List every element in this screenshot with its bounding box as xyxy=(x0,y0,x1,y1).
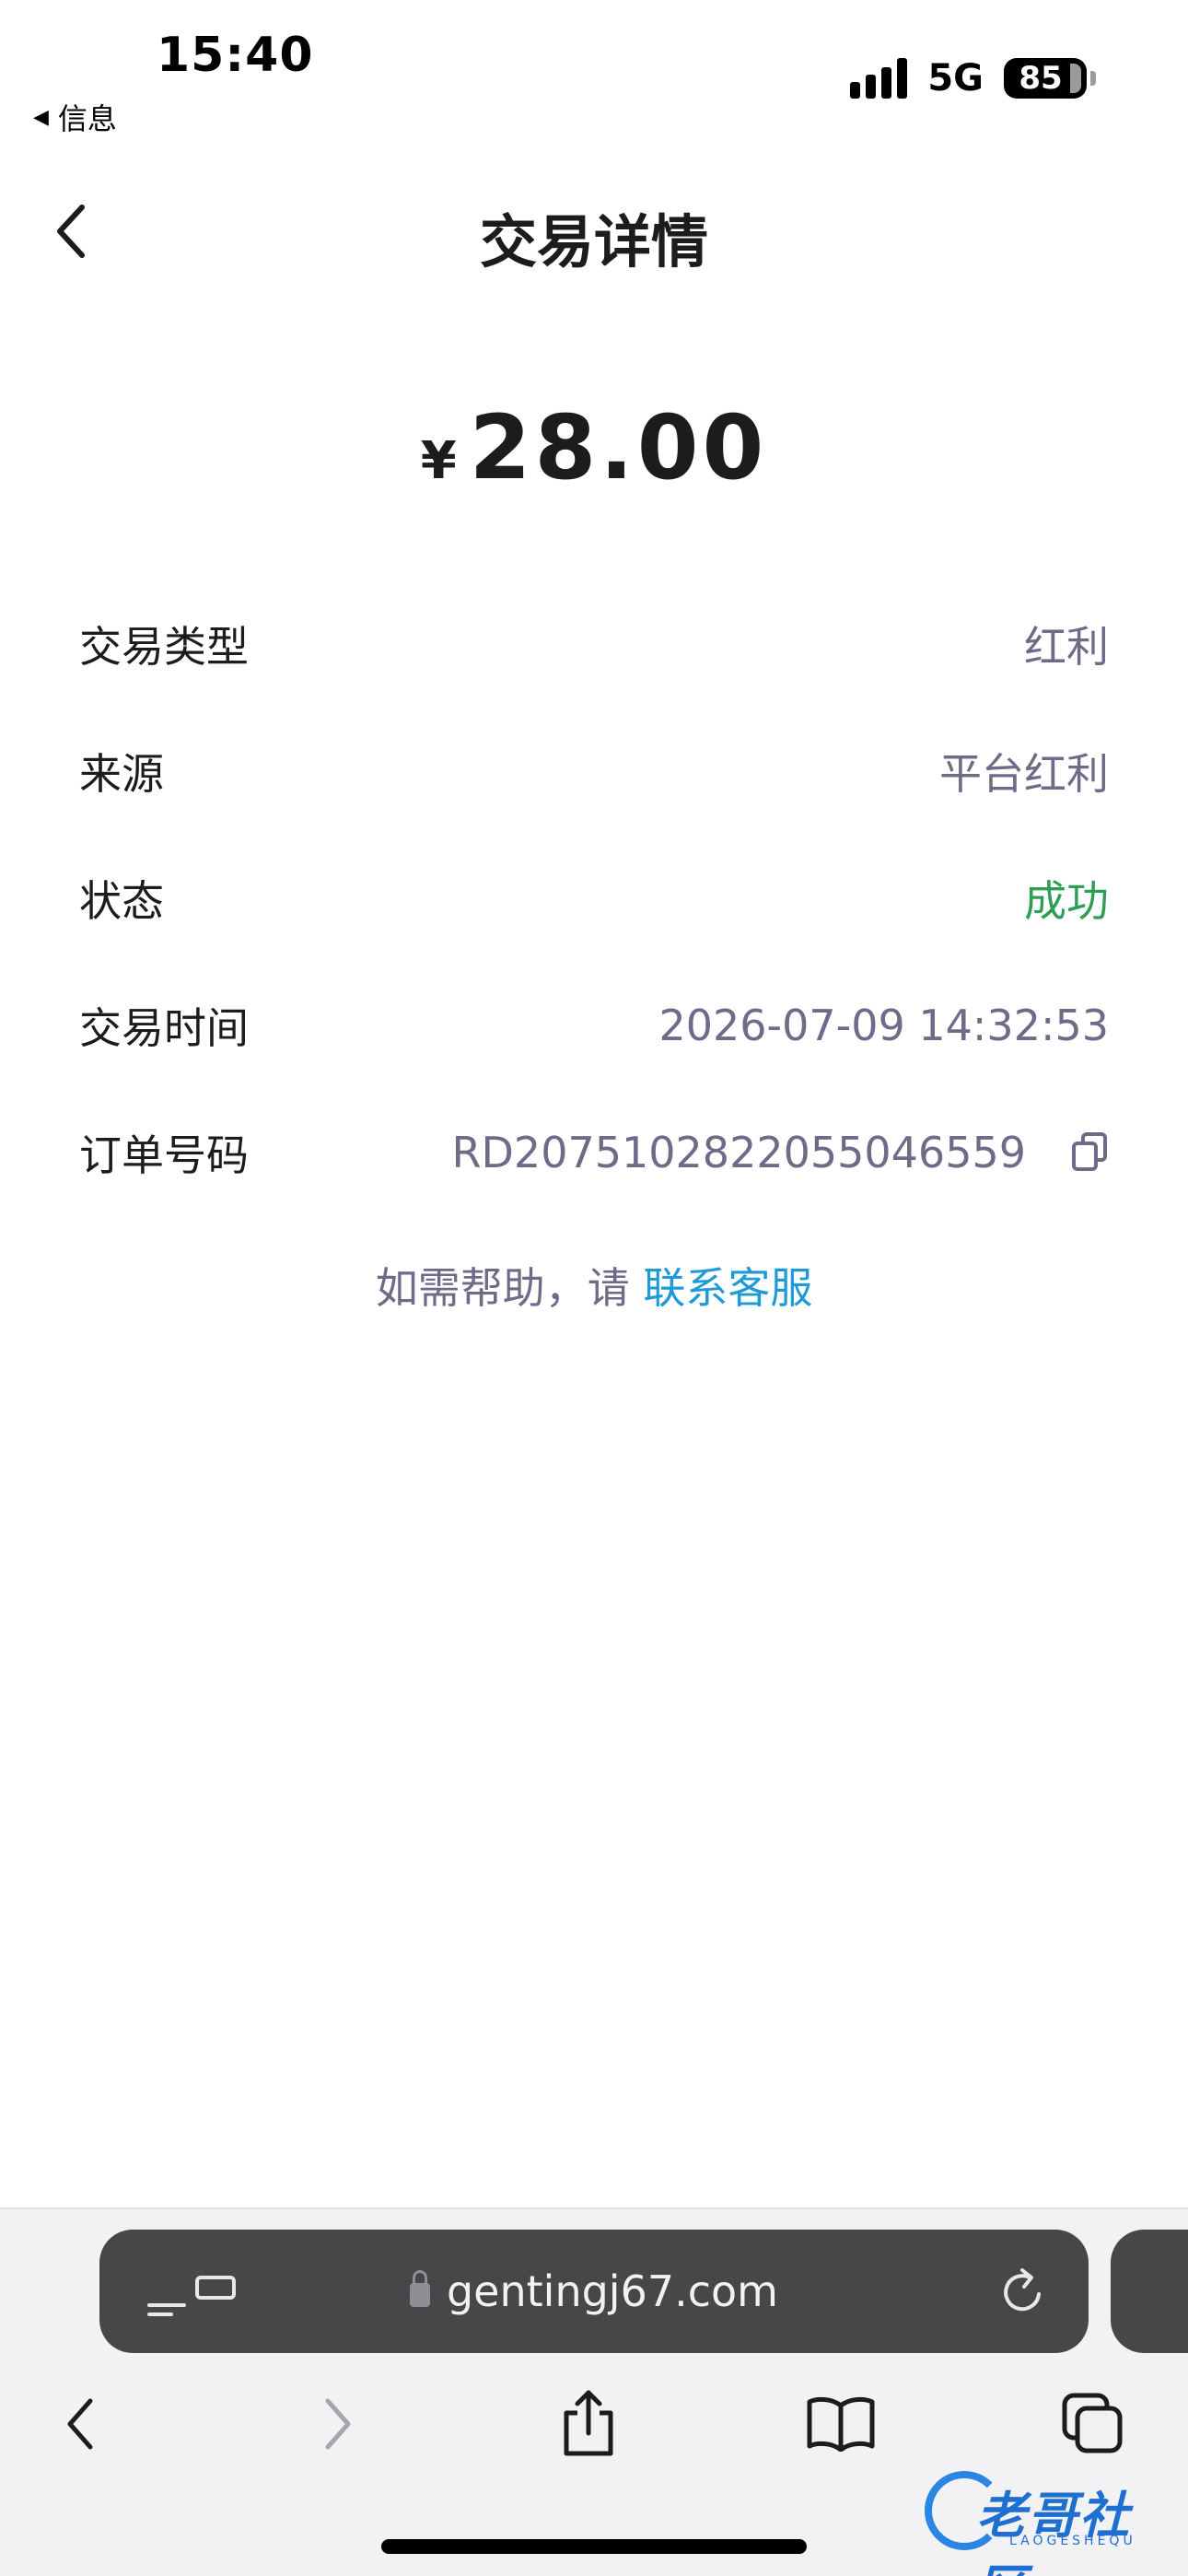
home-indicator[interactable] xyxy=(381,2539,807,2554)
chevron-right-icon xyxy=(325,2398,351,2450)
detail-label: 订单号码 xyxy=(79,1130,249,1180)
copy-icon[interactable] xyxy=(1072,1132,1109,1173)
detail-row-source: 来源 平台红利 xyxy=(79,708,1109,835)
page-title: 交易详情 xyxy=(479,208,708,275)
reload-icon[interactable] xyxy=(998,2265,1048,2318)
lock-icon xyxy=(409,2270,430,2307)
url-text: gentingj67.com xyxy=(446,2266,778,2316)
watermark-logo: 老哥社区 LAOGESHEQU xyxy=(921,2469,1179,2576)
book-icon xyxy=(807,2396,875,2452)
network-type: 5G xyxy=(927,57,984,100)
battery-percent: 85 xyxy=(1019,60,1063,97)
chevron-left-icon xyxy=(67,2398,93,2450)
watermark-text: 老哥社区 xyxy=(976,2487,1131,2576)
help-prefix: 如需帮助，请 xyxy=(375,1263,644,1313)
detail-row-type: 交易类型 红利 xyxy=(79,580,1109,708)
status-time: 15:40 xyxy=(157,28,314,83)
amount-value: 28.00 xyxy=(469,396,768,499)
detail-label: 交易类型 xyxy=(79,622,249,672)
back-app-label: 信息 xyxy=(57,101,117,136)
detail-label: 来源 xyxy=(79,749,164,799)
detail-value: 红利 xyxy=(1024,622,1109,672)
battery-icon: 85 xyxy=(1004,58,1096,99)
back-triangle-icon: ◀ xyxy=(33,105,49,129)
browser-back-button[interactable] xyxy=(39,2383,122,2465)
next-tab-preview[interactable] xyxy=(1111,2230,1188,2353)
detail-row-time: 交易时间 2026-07-09 14:32:53 xyxy=(79,962,1109,1089)
share-button[interactable] xyxy=(547,2383,630,2465)
detail-label: 交易时间 xyxy=(79,1003,249,1053)
address-bar[interactable]: gentingj67.com xyxy=(99,2230,1089,2353)
tabs-icon xyxy=(1062,2393,1123,2453)
bookmarks-button[interactable] xyxy=(799,2383,882,2465)
transaction-amount: ¥ 28.00 xyxy=(0,396,1188,499)
order-number-text: RD2075102822055046559 xyxy=(451,1128,1026,1177)
transaction-detail-page: 15:40 ◀ 信息 5G 85 交易详情 ¥ 28.00 交易类型 红利 来源 xyxy=(0,0,1188,2576)
detail-row-order-number: 订单号码 RD2075102822055046559 xyxy=(79,1089,1109,1216)
back-to-app-link[interactable]: ◀ 信息 xyxy=(33,96,117,138)
detail-row-status: 状态 成功 xyxy=(79,835,1109,962)
status-indicators: 5G 85 xyxy=(850,57,1096,100)
signal-icon xyxy=(850,58,908,99)
detail-value: 2026-07-09 14:32:53 xyxy=(658,1001,1109,1050)
help-text: 如需帮助，请 联系客服 xyxy=(0,1255,1188,1316)
browser-forward-button[interactable] xyxy=(297,2383,379,2465)
status-value: 成功 xyxy=(1024,876,1109,926)
currency-symbol: ¥ xyxy=(420,431,457,491)
tabs-button[interactable] xyxy=(1052,2383,1135,2465)
detail-value: 平台红利 xyxy=(939,749,1109,799)
order-number-value: RD2075102822055046559 xyxy=(452,1128,1109,1177)
contact-support-link[interactable]: 联系客服 xyxy=(643,1263,812,1313)
detail-list: 交易类型 红利 来源 平台红利 状态 成功 交易时间 2026-07-09 14… xyxy=(79,580,1109,1216)
detail-label: 状态 xyxy=(79,876,164,926)
share-icon xyxy=(564,2390,613,2456)
watermark-subtext: LAOGESHEQU xyxy=(1009,2534,1136,2548)
